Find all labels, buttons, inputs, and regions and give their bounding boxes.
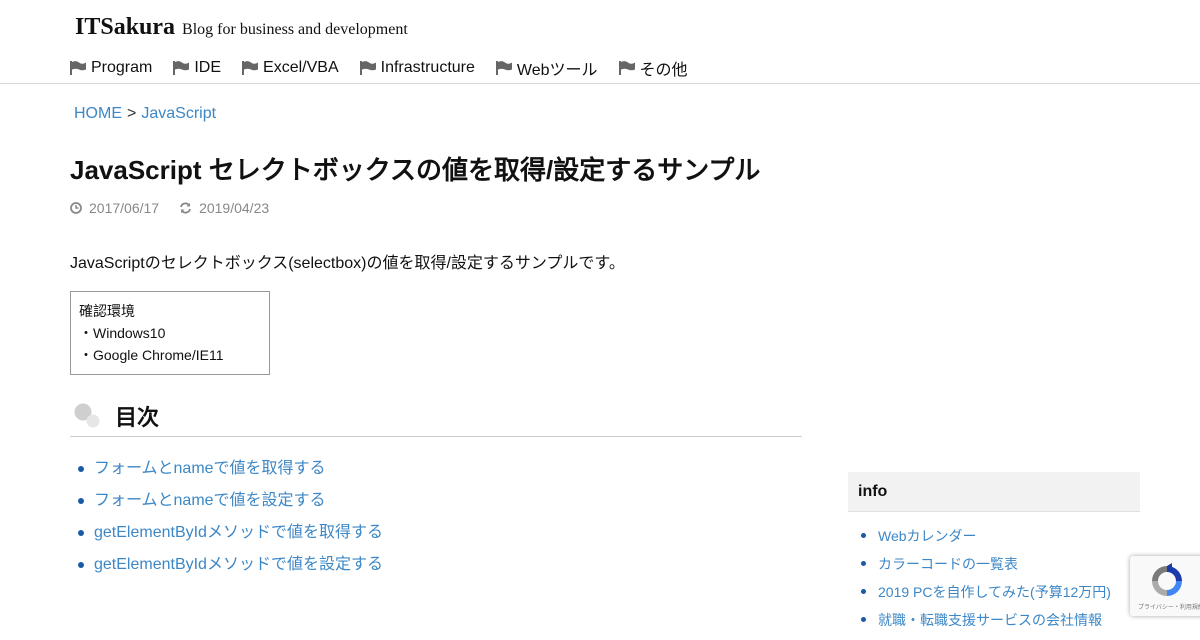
- published-date: 2017/06/17: [70, 200, 159, 216]
- widget-link[interactable]: カラーコードの一覧表: [878, 556, 1018, 572]
- toc-link[interactable]: フォームとnameで値を取得する: [94, 460, 326, 477]
- widget-list-item: 2019 PCを自作してみた(予算12万円): [860, 584, 1111, 612]
- site-header: ITSakura Blog for business and developme…: [0, 0, 1200, 84]
- widget-link[interactable]: 2019 PCを自作してみた(予算12万円): [878, 584, 1111, 600]
- environment-line: ・Google Chrome/IE11: [79, 347, 224, 363]
- updated-date-text: 2019/04/23: [199, 200, 270, 216]
- toc-link[interactable]: フォームとnameで値を設定する: [94, 492, 326, 509]
- recaptcha-badge[interactable]: プライバシー・利用規約: [1130, 556, 1200, 616]
- site-brand: ITSakura Blog for business and developme…: [75, 14, 408, 41]
- nav-item-other[interactable]: その他: [618, 56, 688, 80]
- toc-link[interactable]: getElementByIdメソッドで値を取得する: [94, 524, 383, 541]
- page-title: JavaScript セレクトボックスの値を取得/設定するサンプル: [70, 155, 761, 185]
- site-logo-link[interactable]: ITSakura: [75, 14, 175, 41]
- widget-title: info: [848, 472, 1140, 512]
- widget-list-item: カラーコードの一覧表: [860, 556, 1111, 584]
- toc-heading: 目次: [70, 398, 802, 437]
- speech-bubbles-icon: [74, 403, 100, 428]
- nav-item-infrastructure[interactable]: Infrastructure: [359, 59, 475, 77]
- widget-link[interactable]: Webカレンダー: [878, 528, 977, 544]
- toc-link[interactable]: getElementByIdメソッドで値を設定する: [94, 556, 383, 573]
- breadcrumb-category-link[interactable]: JavaScript: [141, 105, 216, 122]
- published-date-text: 2017/06/17: [89, 200, 160, 216]
- nav-item-web-tools[interactable]: Webツール: [495, 56, 598, 80]
- site-tagline: Blog for business and development: [182, 21, 408, 38]
- updated-date: 2019/04/23: [179, 200, 269, 216]
- main-nav: Program IDE Excel/VBA Infrastructure Web…: [70, 56, 709, 80]
- toc-list: フォームとnameで値を取得する フォームとnameで値を設定する getEle…: [76, 458, 383, 586]
- toc-item: フォームとnameで値を取得する: [76, 458, 383, 490]
- recaptcha-icon: [1152, 563, 1182, 596]
- flag-icon: [173, 61, 190, 75]
- nav-item-label: Infrastructure: [380, 59, 475, 76]
- nav-item-ide[interactable]: IDE: [173, 59, 221, 77]
- recaptcha-legal-text: プライバシー・利用規約: [1138, 605, 1200, 611]
- nav-item-program[interactable]: Program: [70, 59, 152, 77]
- nav-item-excel-vba[interactable]: Excel/VBA: [242, 59, 339, 77]
- toc-item: フォームとnameで値を設定する: [76, 490, 383, 522]
- toc-item: getElementByIdメソッドで値を取得する: [76, 522, 383, 554]
- breadcrumb-home-link[interactable]: HOME: [74, 105, 122, 122]
- breadcrumb-separator: >: [127, 105, 137, 122]
- nav-item-label: Program: [91, 59, 153, 76]
- flag-icon: [70, 61, 86, 75]
- widget-link-list: Webカレンダー カラーコードの一覧表 2019 PCを自作してみた(予算12万…: [860, 528, 1111, 640]
- nav-item-label: IDE: [194, 59, 222, 76]
- breadcrumb: HOME > JavaScript: [74, 105, 216, 123]
- toc-heading-text: 目次: [115, 405, 160, 430]
- flag-icon: [618, 61, 635, 75]
- environment-box: 確認環境 ・Windows10 ・Google Chrome/IE11: [70, 291, 270, 375]
- nav-item-label: Webツール: [516, 62, 598, 79]
- post-dates: 2017/06/17 2019/04/23: [70, 200, 289, 216]
- widget-link[interactable]: 就職・転職支援サービスの会社情報: [878, 612, 1102, 628]
- widget-list-item: Webカレンダー: [860, 528, 1111, 556]
- nav-item-label: Excel/VBA: [263, 59, 339, 76]
- environment-heading: 確認環境: [79, 303, 135, 319]
- flag-icon: [359, 61, 376, 75]
- nav-item-label: その他: [639, 62, 688, 79]
- toc-item: getElementByIdメソッドで値を設定する: [76, 554, 383, 586]
- widget-list-item: 就職・転職支援サービスの会社情報: [860, 612, 1111, 640]
- refresh-icon: [180, 202, 191, 214]
- clock-icon: [70, 202, 82, 214]
- flag-icon: [495, 61, 512, 75]
- flag-icon: [242, 61, 259, 75]
- environment-line: ・Windows10: [79, 325, 166, 341]
- sidebar-info-widget: info Webカレンダー カラーコードの一覧表 2019 PCを自作してみた(…: [848, 472, 1140, 628]
- article-intro: JavaScriptのセレクトボックス(selectbox)の値を取得/設定する…: [70, 255, 625, 272]
